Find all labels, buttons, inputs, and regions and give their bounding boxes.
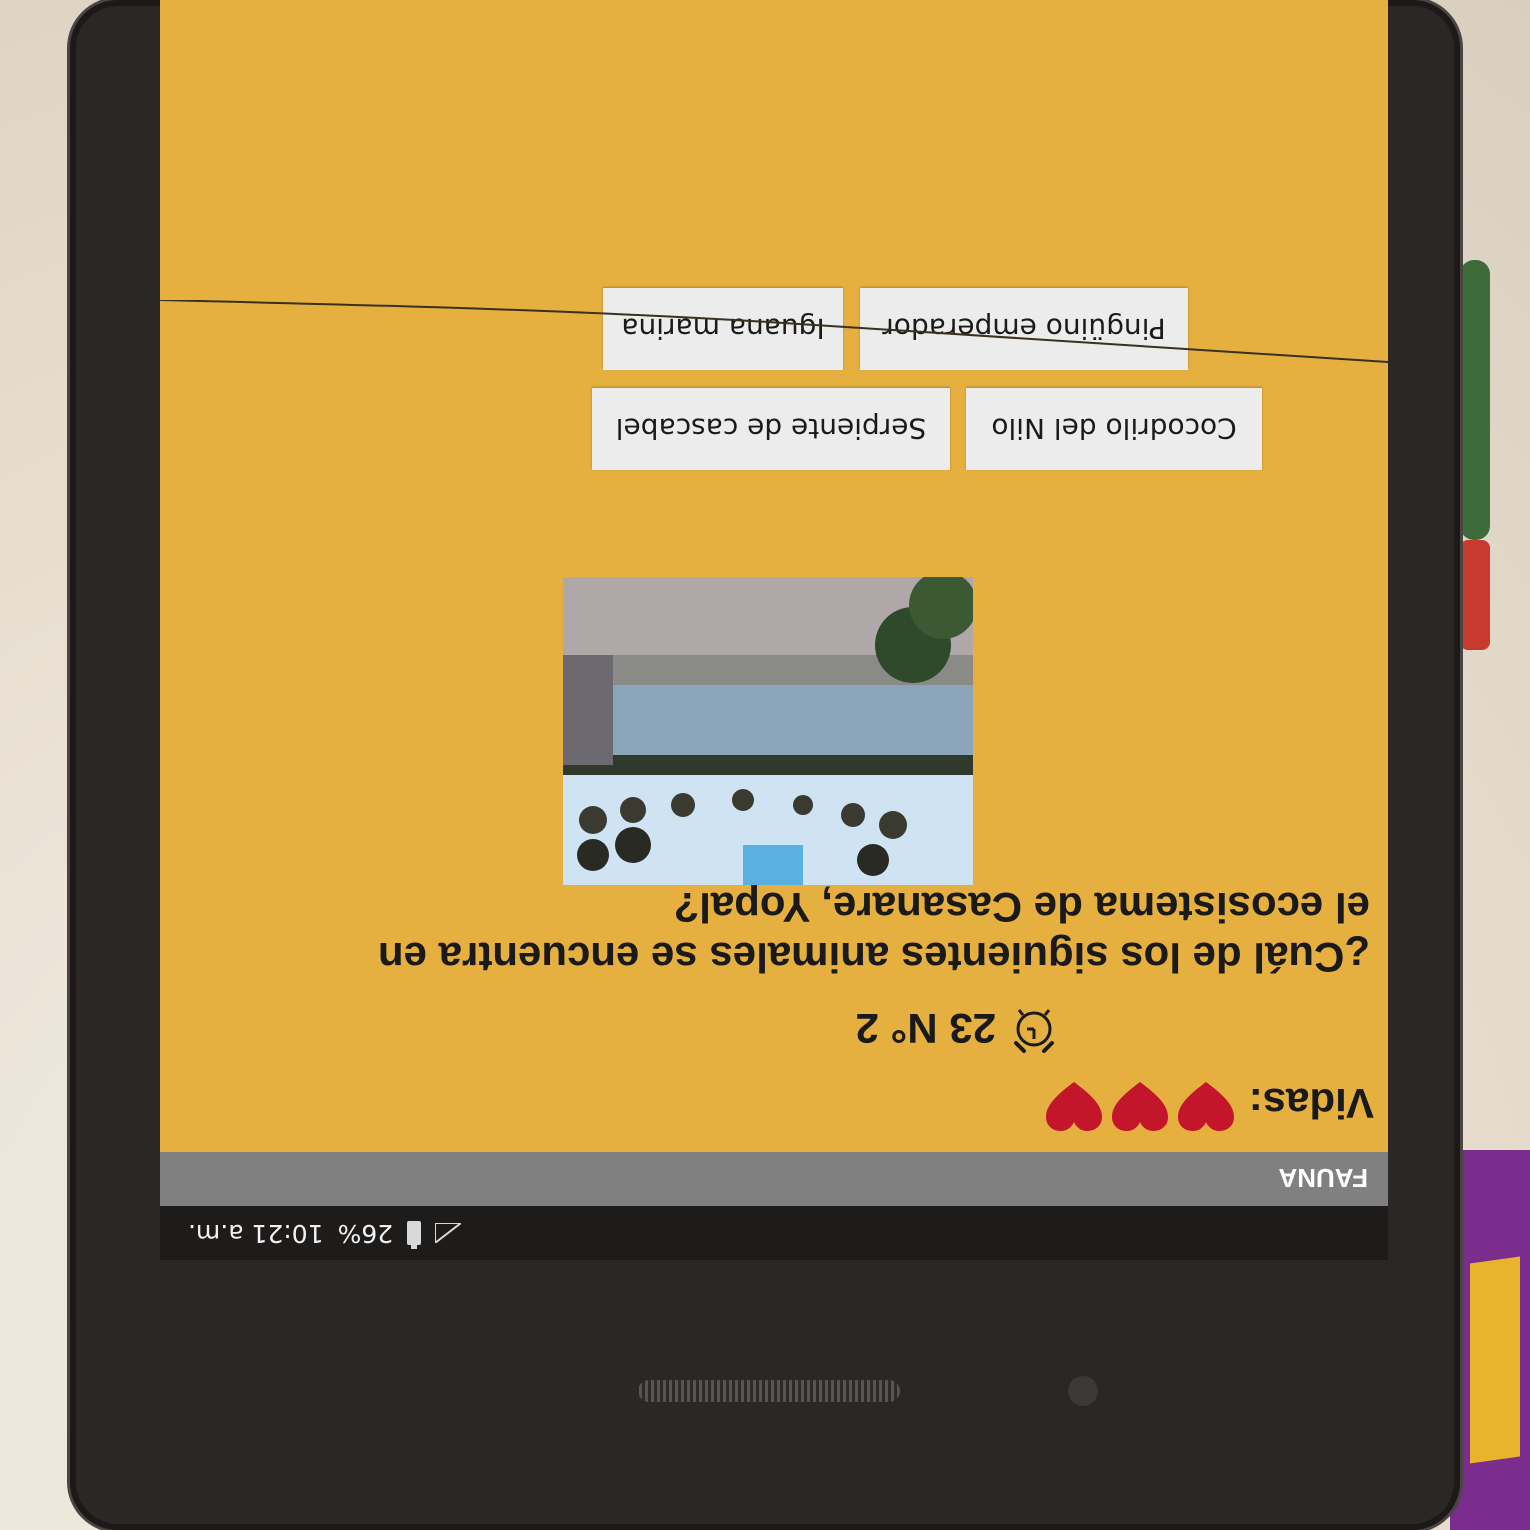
signal-icon [435, 1223, 462, 1244]
lives-label: Vidas: [1248, 1080, 1374, 1128]
app-title: FAUNA [1278, 1163, 1368, 1193]
option-label: Cocodrilo del Nilo [991, 412, 1237, 446]
background-object [1460, 260, 1490, 540]
speaker-grille [638, 1380, 900, 1402]
option-label: Iguana marina [621, 312, 825, 346]
timer-text: 23 N° 2 [855, 1005, 996, 1053]
option-button-serpiente[interactable]: Serpiente de cascabel [592, 388, 950, 470]
battery-percentage: 26% [337, 1219, 394, 1248]
tablet-device: 26% 10:21 a.m. FAUNA Vidas: 23 N° 2 ¿Cuá… [70, 0, 1460, 1530]
option-label: Serpiente de cascabel [615, 412, 927, 446]
heart-icon [1111, 1075, 1169, 1132]
background-poster [1470, 1256, 1520, 1464]
lives-indicator: Vidas: [1045, 1075, 1374, 1132]
option-button-pinguino[interactable]: Pingüino emperador [860, 288, 1188, 370]
status-indicators: 26% 10:21 a.m. [188, 1219, 462, 1248]
option-label: Pingüino emperador [882, 312, 1166, 346]
app-screen: 26% 10:21 a.m. FAUNA Vidas: 23 N° 2 ¿Cuá… [160, 0, 1388, 1260]
status-bar: 26% 10:21 a.m. [160, 1206, 1388, 1260]
option-button-cocodrilo[interactable]: Cocodrilo del Nilo [966, 388, 1262, 470]
front-camera [1068, 1376, 1098, 1406]
question-image [563, 577, 973, 885]
background-object [1460, 540, 1490, 650]
hearts-container [1045, 1075, 1235, 1132]
battery-icon [407, 1221, 422, 1246]
alarm-clock-icon [1010, 1002, 1058, 1055]
question-text: ¿Cuál de los siguientes animales se encu… [377, 884, 1370, 981]
heart-icon [1045, 1075, 1103, 1132]
app-bar: FAUNA [160, 1152, 1388, 1206]
option-button-iguana[interactable]: Iguana marina [603, 288, 843, 370]
clock-time: 10:21 a.m. [188, 1219, 324, 1248]
heart-icon [1177, 1075, 1235, 1132]
timer-row: 23 N° 2 [855, 1002, 1058, 1055]
